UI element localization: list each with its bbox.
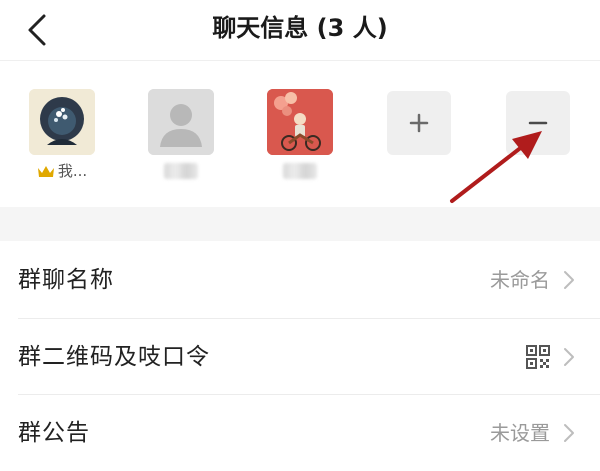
row-value: 未命名 <box>490 268 550 292</box>
add-member-button[interactable] <box>387 91 451 155</box>
row-label: 群聊名称 <box>18 267 114 293</box>
chevron-right-icon <box>564 424 574 442</box>
member-name-text <box>164 163 198 179</box>
row-value: 未设置 <box>490 421 550 445</box>
chevron-right-icon <box>564 271 574 289</box>
member-name-text: 我... <box>57 162 88 180</box>
group-announcement-row[interactable]: 群公告 未设置 <box>0 395 600 471</box>
member-name-text <box>283 163 317 179</box>
row-label: 群二维码及吱口令 <box>18 344 210 370</box>
default-avatar-icon <box>148 89 214 155</box>
group-qr-code-row[interactable]: 群二维码及吱口令 <box>0 319 600 395</box>
member-item[interactable] <box>267 89 333 181</box>
header-bar: 聊天信息 (3 人) <box>0 0 600 61</box>
member-name: 我... <box>29 161 95 181</box>
section-separator <box>0 207 600 241</box>
remove-member-button[interactable] <box>506 91 570 155</box>
member-list: 我... <box>0 61 600 207</box>
qr-code-icon <box>526 345 550 369</box>
avatar[interactable] <box>148 89 214 155</box>
member-item[interactable] <box>148 89 214 181</box>
crown-icon <box>37 165 54 177</box>
avatar[interactable] <box>29 89 95 155</box>
member-name <box>267 161 333 181</box>
avatar[interactable] <box>267 89 333 155</box>
group-name-row[interactable]: 群聊名称 未命名 <box>0 242 600 318</box>
page-title: 聊天信息 (3 人) <box>212 14 388 42</box>
minus-icon <box>528 121 548 125</box>
chevron-right-icon <box>564 348 574 366</box>
row-label: 群公告 <box>18 420 90 446</box>
member-name <box>148 161 214 181</box>
member-item[interactable]: 我... <box>29 89 95 181</box>
plus-icon <box>409 113 429 133</box>
